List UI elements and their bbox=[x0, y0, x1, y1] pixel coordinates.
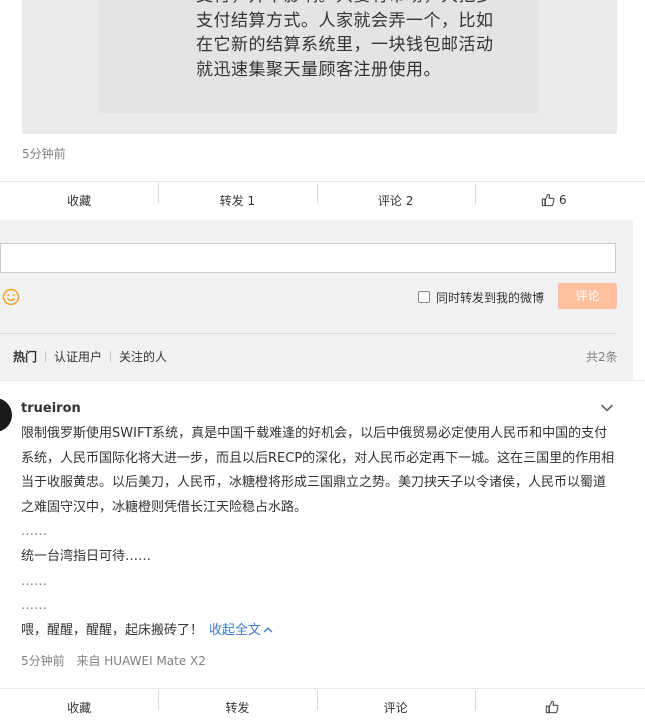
repost-checkbox-label: 同时转发到我的微博 bbox=[436, 291, 545, 305]
repost-label: 转发 1 bbox=[219, 193, 256, 208]
divider bbox=[0, 333, 617, 334]
comment-button[interactable]: 评论 2 bbox=[316, 182, 475, 209]
collect-label: 收藏 bbox=[67, 193, 92, 208]
quoted-post-text: 支付，并不影响。只要有市场，大把多 支付结算方式。人家就会弄一个，比如 在它新的… bbox=[196, 0, 494, 80]
comment-button[interactable]: 评论 bbox=[316, 689, 475, 716]
thumbs-up-icon bbox=[541, 193, 555, 207]
comment-total-count: 共2条 bbox=[586, 350, 618, 364]
like-button[interactable] bbox=[474, 691, 633, 714]
like-count: 6 bbox=[559, 193, 567, 207]
comment-paragraph: …… bbox=[21, 573, 47, 589]
collapse-label: 收起全文 bbox=[209, 622, 262, 638]
submit-comment-button[interactable]: 评论 bbox=[558, 283, 617, 309]
divider bbox=[0, 380, 645, 381]
chevron-up-icon bbox=[263, 626, 273, 633]
comment-input[interactable] bbox=[0, 243, 616, 273]
collapse-full-text-link[interactable]: 收起全文 bbox=[209, 623, 273, 638]
repost-label: 转发 bbox=[225, 700, 250, 715]
collect-button[interactable]: 收藏 bbox=[0, 699, 158, 716]
comment-paragraph: 统一台湾指日可待…… bbox=[21, 548, 152, 564]
comment-paragraph: …… bbox=[21, 524, 47, 540]
comment-paragraph: 限制俄罗斯使用SWIFT系统，真是中国千载难逢的好机会，以后中俄贸易必定使用人民… bbox=[21, 426, 615, 515]
comment-label: 评论 2 bbox=[377, 193, 414, 208]
emoji-icon[interactable] bbox=[2, 288, 20, 306]
comment-source: 来自 HUAWEI Mate X2 bbox=[76, 654, 206, 668]
thumbs-up-icon bbox=[545, 700, 559, 714]
comment-meta: 5分钟前 来自 HUAWEI Mate X2 bbox=[21, 652, 206, 669]
tab-following[interactable]: 关注的人 bbox=[119, 348, 167, 365]
comment-paragraph: 喂，醒醒，醒醒，起床搬砖了！ bbox=[21, 622, 204, 638]
comment-last-paragraph: 喂，醒醒，醒醒，起床搬砖了！ 收起全文 bbox=[21, 619, 616, 644]
avatar[interactable] bbox=[0, 398, 12, 432]
chevron-down-icon[interactable] bbox=[600, 403, 614, 413]
comment-action-bar: 收藏 转发 评论 bbox=[0, 688, 633, 726]
tab-divider bbox=[45, 351, 47, 362]
comment-time[interactable]: 5分钟前 bbox=[21, 654, 65, 668]
post-time[interactable]: 5分钟前 bbox=[22, 145, 66, 162]
collect-label: 收藏 bbox=[67, 700, 92, 715]
tab-verified-users[interactable]: 认证用户 bbox=[54, 348, 102, 365]
comment-username[interactable]: trueiron bbox=[21, 401, 81, 416]
comment-paragraph: …… bbox=[21, 598, 47, 614]
repost-button[interactable]: 转发 bbox=[158, 689, 316, 716]
like-button[interactable]: 6 bbox=[474, 184, 633, 207]
repost-checkbox[interactable] bbox=[418, 291, 430, 303]
post-action-bar: 收藏 转发 1 评论 2 6 bbox=[0, 181, 633, 219]
repost-button[interactable]: 转发 1 bbox=[158, 182, 316, 209]
comment-body: 限制俄罗斯使用SWIFT系统，真是中国千载难逢的好机会，以后中俄贸易必定使用人民… bbox=[21, 422, 616, 643]
collect-button[interactable]: 收藏 bbox=[0, 192, 158, 209]
tab-hot[interactable]: 热门 bbox=[13, 348, 37, 365]
tab-divider bbox=[110, 351, 112, 362]
comment-label: 评论 bbox=[383, 700, 408, 715]
comment-filter-tabs: 热门 认证用户 关注的人 bbox=[13, 348, 167, 365]
